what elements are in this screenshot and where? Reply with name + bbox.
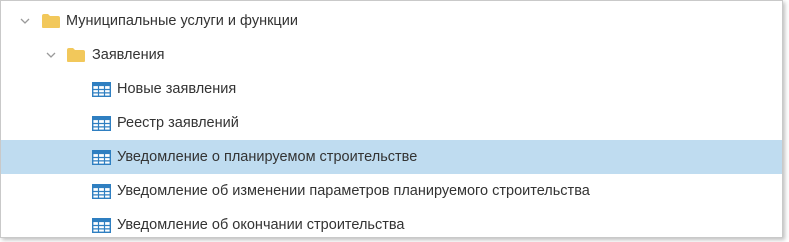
table-icon xyxy=(91,182,111,200)
tree-item-label: Реестр заявлений xyxy=(117,115,239,131)
folder-icon xyxy=(41,12,61,30)
chevron-down-icon[interactable] xyxy=(45,49,57,61)
table-icon xyxy=(91,148,111,166)
tree-item-planned-construction-notice[interactable]: Уведомление о планируемом строительстве xyxy=(1,140,782,174)
tree-node-label: Заявления xyxy=(92,47,165,63)
tree-item-parameters-change-notice[interactable]: Уведомление об изменении параметров план… xyxy=(1,174,782,208)
tree-node-municipal-services[interactable]: Муниципальные услуги и функции xyxy=(1,4,782,38)
chevron-down-icon[interactable] xyxy=(19,15,31,27)
tree-panel: Муниципальные услуги и функции Заявления… xyxy=(0,0,783,238)
tree-node-applications[interactable]: Заявления xyxy=(1,38,782,72)
tree-item-label: Новые заявления xyxy=(117,81,237,97)
folder-icon xyxy=(66,46,86,64)
tree-item-completion-notice[interactable]: Уведомление об окончании строительства xyxy=(1,208,782,237)
tree-item-label: Уведомление об изменении параметров план… xyxy=(117,183,590,199)
tree-item-new-applications[interactable]: Новые заявления xyxy=(1,72,782,106)
tree-item-registry[interactable]: Реестр заявлений xyxy=(1,106,782,140)
table-icon xyxy=(91,80,111,98)
tree-item-label: Уведомление об окончании строительства xyxy=(117,217,405,233)
table-icon xyxy=(91,216,111,234)
table-icon xyxy=(91,114,111,132)
tree-item-label: Уведомление о планируемом строительстве xyxy=(117,149,418,165)
tree-node-label: Муниципальные услуги и функции xyxy=(66,13,298,29)
